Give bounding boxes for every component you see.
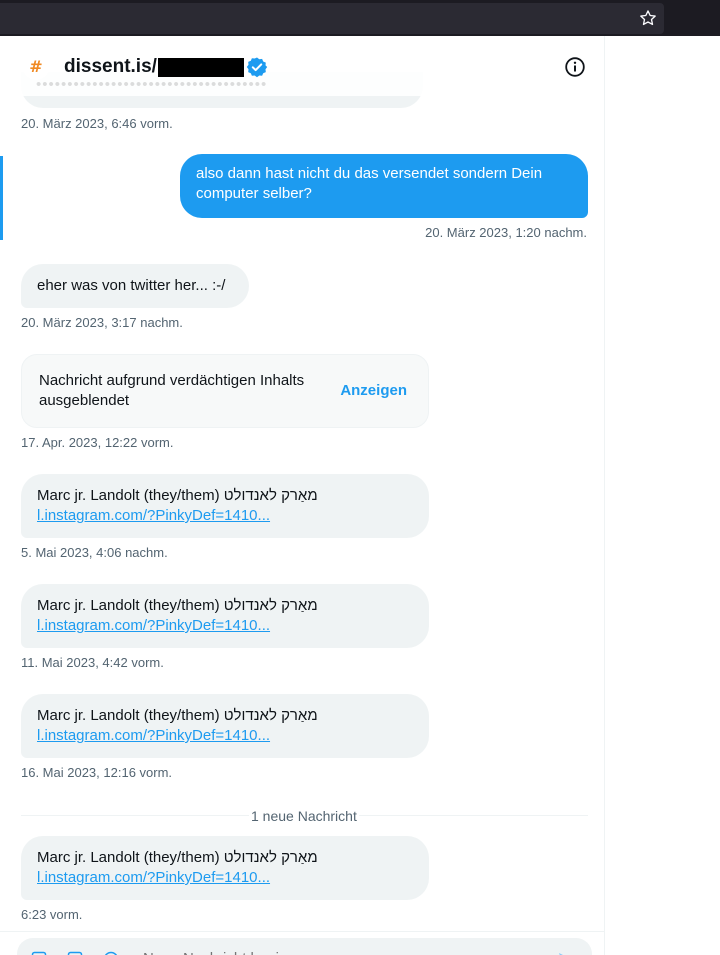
message-text: Marc jr. Landolt (they/them) מאַרק לאנדו… bbox=[37, 597, 318, 614]
message-text: Marc jr. Landolt (they/them) מאַרק לאנדו… bbox=[37, 707, 318, 724]
message-text: Marc jr. Landolt (they/them) מאַרק לאנדו… bbox=[37, 487, 318, 504]
hidden-message-text: Nachricht aufgrund verdächtigen Inhalts bbox=[39, 372, 305, 389]
message-timestamp: 20. März 2023, 6:46 vorm. bbox=[21, 116, 173, 131]
message-bubble-incoming[interactable]: Marc jr. Landolt (they/them) מאַרק לאנדו… bbox=[21, 474, 429, 538]
message-bubble-incoming[interactable]: eher was von twitter her... :-/ bbox=[21, 264, 249, 308]
message-bubble-incoming[interactable]: Marc jr. Landolt (they/them) מאַרק לאנדו… bbox=[21, 694, 429, 758]
conversation-panel: ••••••••••••••••••••••••••••••••••••• 20… bbox=[0, 36, 605, 955]
address-bar[interactable] bbox=[0, 3, 664, 34]
new-message-divider-label: 1 neue Nachricht bbox=[249, 808, 359, 824]
star-icon[interactable] bbox=[638, 8, 658, 28]
hidden-message-text: ausgeblendet bbox=[39, 392, 130, 409]
message-timestamp: 6:23 vorm. bbox=[21, 907, 83, 922]
conversation-title-text: dissent.is/ bbox=[64, 56, 157, 77]
verified-badge-icon bbox=[246, 57, 268, 78]
avatar[interactable]: # bbox=[22, 52, 50, 80]
message-text: eher was von twitter her... :-/ bbox=[37, 277, 226, 294]
focus-indicator bbox=[0, 156, 3, 240]
conversation-title: dissent.is/ bbox=[64, 55, 268, 79]
message-composer bbox=[17, 938, 592, 955]
message-timestamp: 17. Apr. 2023, 12:22 vorm. bbox=[21, 435, 174, 450]
emoji-icon[interactable] bbox=[103, 951, 119, 955]
hidden-message-notice: Nachricht aufgrund verdächtigen Inhalts … bbox=[21, 354, 429, 428]
info-icon[interactable] bbox=[563, 55, 587, 79]
message-link[interactable]: l.instagram.com/?PinkyDef=1410... bbox=[37, 506, 413, 526]
message-timestamp: 11. Mai 2023, 4:42 vorm. bbox=[21, 655, 164, 670]
message-link[interactable]: l.instagram.com/?PinkyDef=1410... bbox=[37, 616, 413, 636]
message-text: Marc jr. Landolt (they/them) מאַרק לאנדו… bbox=[37, 849, 318, 866]
conversation-header: # dissent.is/ bbox=[0, 36, 604, 96]
message-text-line: computer selber? bbox=[196, 185, 312, 202]
composer-separator bbox=[0, 931, 604, 932]
page-margin bbox=[605, 36, 720, 955]
message-timestamp: 5. Mai 2023, 4:06 nachm. bbox=[21, 545, 168, 560]
message-bubble-outgoing[interactable]: also dann hast nicht du das versendet so… bbox=[180, 154, 588, 218]
message-timestamp: 20. März 2023, 1:20 nachm. bbox=[425, 225, 587, 240]
gif-icon[interactable] bbox=[67, 951, 83, 955]
message-timestamp: 20. März 2023, 3:17 nachm. bbox=[21, 315, 183, 330]
message-link[interactable]: l.instagram.com/?PinkyDef=1410... bbox=[37, 868, 413, 888]
browser-toolbar bbox=[0, 0, 720, 36]
message-input[interactable] bbox=[143, 948, 543, 955]
message-link[interactable]: l.instagram.com/?PinkyDef=1410... bbox=[37, 726, 413, 746]
image-icon[interactable] bbox=[31, 951, 47, 955]
redacted-username bbox=[157, 57, 244, 77]
message-bubble-incoming[interactable]: Marc jr. Landolt (they/them) מאַרק לאנדו… bbox=[21, 584, 429, 648]
show-message-button[interactable]: Anzeigen bbox=[340, 381, 407, 401]
message-bubble-incoming[interactable]: Marc jr. Landolt (they/them) מאַרק לאנדו… bbox=[21, 836, 429, 900]
message-timestamp: 16. Mai 2023, 12:16 vorm. bbox=[21, 765, 173, 780]
send-icon[interactable] bbox=[557, 951, 573, 955]
message-text-line: also dann hast nicht du das versendet so… bbox=[196, 165, 543, 182]
